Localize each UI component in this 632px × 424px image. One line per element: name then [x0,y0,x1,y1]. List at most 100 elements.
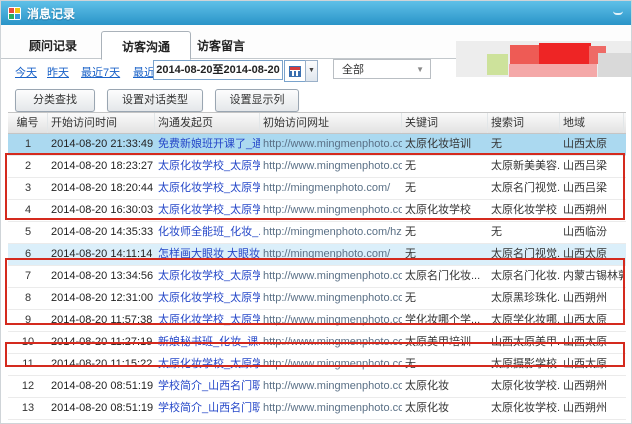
column-header-6[interactable]: 地域 [560,113,624,133]
quick-filter-today[interactable]: 今天 [15,64,37,80]
page-link[interactable]: 太原化妆学校_太原学... [155,156,260,177]
table-row[interactable]: 62014-08-20 14:11:14怎样画大眼妆 大眼妆...http://… [8,244,626,266]
page-link[interactable]: 怎样画大眼妆 大眼妆... [155,244,260,265]
column-header-1[interactable]: 开始访问时间 [48,113,155,133]
column-header-4[interactable]: 关键词 [402,113,488,133]
window-title: 消息记录 [27,5,75,22]
row-number-cell: 8 [8,288,48,309]
keyword-cell: 太原美甲培训 [402,332,488,353]
url-cell: http://www.mingmenphoto.com/ [260,156,402,177]
calendar-dropdown-arrow[interactable]: ▼ [305,60,318,82]
region-cell: 山西吕梁 [560,156,624,177]
quick-filter-last-7-days[interactable]: 最近7天 [81,64,120,80]
column-header-3[interactable]: 初始访问网址 [260,113,402,133]
url-cell: http://mingmenphoto.com/ [260,178,402,199]
search-term-cell: 无 [488,134,560,155]
table-row[interactable]: 122014-08-20 08:51:19学校简介_山西名门职...http:/… [8,376,626,398]
search-term-cell: 太原摄影学校 [488,354,560,375]
chevron-down-icon: ▼ [416,60,424,80]
page-link[interactable]: 太原化妆学校_太原学... [155,288,260,309]
row-number-cell: 6 [8,244,48,265]
page-link[interactable]: 化妆师全能班_化妆_... [155,222,260,243]
keyword-cell: 太原名门化妆... [402,266,488,287]
search-term-cell: 无 [488,222,560,243]
page-link[interactable]: 新娘秘书班_化妆_课... [155,332,260,353]
region-cell: 内蒙古锡林郭... [560,266,624,287]
search-term-cell: 太原化妆学校... [488,376,560,397]
url-cell: http://www.mingmenphoto.com/ [260,398,402,419]
tab-visitor-chat[interactable]: 访客沟通 [101,31,191,60]
keyword-cell: 太原化妆学校 [402,200,488,221]
table-header: 编号开始访问时间沟通发起页初始访问网址关键词搜索词地域 [8,112,626,134]
url-cell: http://www.mingmenphoto.com/ [260,354,402,375]
region-cell: 山西太原 [560,134,624,155]
url-cell: http://www.mingmenphoto.com/ [260,376,402,397]
url-cell: http://mingmenphoto.com/ [260,244,402,265]
url-cell: http://mingmenphoto.com/hz.h... [260,222,402,243]
classify-search-button[interactable]: 分类查找 [15,89,95,112]
table-row[interactable]: 32014-08-20 18:20:44太原化妆学校_太原学...http://… [8,178,626,200]
search-term-cell: 太原新美美容... [488,156,560,177]
start-time-cell: 2014-08-20 13:34:56 [48,266,155,287]
keyword-cell: 无 [402,156,488,177]
start-time-cell: 2014-08-20 14:35:33 [48,222,155,243]
page-link[interactable]: 太原化妆学校_太原学... [155,200,260,221]
page-link[interactable]: 太原化妆学校_太原学... [155,266,260,287]
row-number-cell: 5 [8,222,48,243]
table-row[interactable]: 12014-08-20 21:33:49免费新娘班开课了_通...http://… [8,134,626,156]
page-link[interactable]: 学校简介_山西名门职... [155,376,260,397]
row-number-cell: 1 [8,134,48,155]
row-number-cell: 4 [8,200,48,221]
table-row[interactable]: 42014-08-20 16:30:03太原化妆学校_太原学...http://… [8,200,626,222]
title-bar: 消息记录 [1,1,631,25]
table-row[interactable]: 72014-08-20 13:34:56太原化妆学校_太原学...http://… [8,266,626,288]
table-row[interactable]: 52014-08-20 14:35:33化妆师全能班_化妆_...http://… [8,222,626,244]
search-term-cell: 太原化妆学校 [488,200,560,221]
url-cell: http://www.mingmenphoto.com/ [260,266,402,287]
table-row[interactable]: 132014-08-20 08:51:19学校简介_山西名门职...http:/… [8,398,626,420]
region-cell: 山西太原 [560,354,624,375]
tab-consultant-records[interactable]: 顾问记录 [29,37,77,54]
region-cell: 山西朔州 [560,288,624,309]
search-term-cell: 太原学化妆哪... [488,310,560,331]
page-link[interactable]: 太原化妆学校_太原学... [155,310,260,331]
region-cell: 山西朔州 [560,376,624,397]
keyword-cell: 无 [402,244,488,265]
table-row[interactable]: 92014-08-20 11:57:38太原化妆学校_太原学...http://… [8,310,626,332]
page-link[interactable]: 太原化妆学校_太原学... [155,354,260,375]
keyword-cell: 无 [402,222,488,243]
start-time-cell: 2014-08-20 08:51:19 [48,376,155,397]
column-header-2[interactable]: 沟通发起页 [155,113,260,133]
keyword-cell: 无 [402,178,488,199]
calendar-button[interactable] [284,60,306,82]
page-link[interactable]: 免费新娘班开课了_通... [155,134,260,155]
search-term-cell: 太原黑珍珠化... [488,288,560,309]
column-header-5[interactable]: 搜索词 [488,113,560,133]
table-row[interactable]: 82014-08-20 12:31:00太原化妆学校_太原学...http://… [8,288,626,310]
row-number-cell: 9 [8,310,48,331]
row-number-cell: 11 [8,354,48,375]
start-time-cell: 2014-08-20 11:57:38 [48,310,155,331]
page-link[interactable]: 太原化妆学校_太原学... [155,178,260,199]
region-cell: 山西吕梁 [560,178,624,199]
category-dropdown[interactable]: 全部 ▼ [333,59,431,79]
region-cell: 山西朔州 [560,200,624,221]
column-header-0[interactable]: 编号 [8,113,48,133]
quick-filter-yesterday[interactable]: 昨天 [47,64,69,80]
table-row[interactable]: 22014-08-20 18:23:27太原化妆学校_太原学...http://… [8,156,626,178]
set-display-columns-button[interactable]: 设置显示列 [215,89,299,112]
set-dialog-type-button[interactable]: 设置对话类型 [107,89,203,112]
date-range-input[interactable]: 2014-08-20至2014-08-20 [153,60,283,80]
keyword-cell: 太原化妆 [402,376,488,397]
url-cell: http://www.mingmenphoto.com/ [260,134,402,155]
search-term-cell: 太原名门视觉... [488,178,560,199]
start-time-cell: 2014-08-20 21:33:49 [48,134,155,155]
keyword-cell: 太原化妆 [402,398,488,419]
page-link[interactable]: 学校简介_山西名门职... [155,398,260,419]
row-number-cell: 7 [8,266,48,287]
table-row[interactable]: 102014-08-20 11:27:19新娘秘书班_化妆_课...http:/… [8,332,626,354]
tab-visitor-messages[interactable]: 访客留言 [197,37,245,54]
table-row[interactable]: 112014-08-20 11:15:22太原化妆学校_太原学...http:/… [8,354,626,376]
start-time-cell: 2014-08-20 18:23:27 [48,156,155,177]
titlebar-corner-mark [613,7,623,15]
